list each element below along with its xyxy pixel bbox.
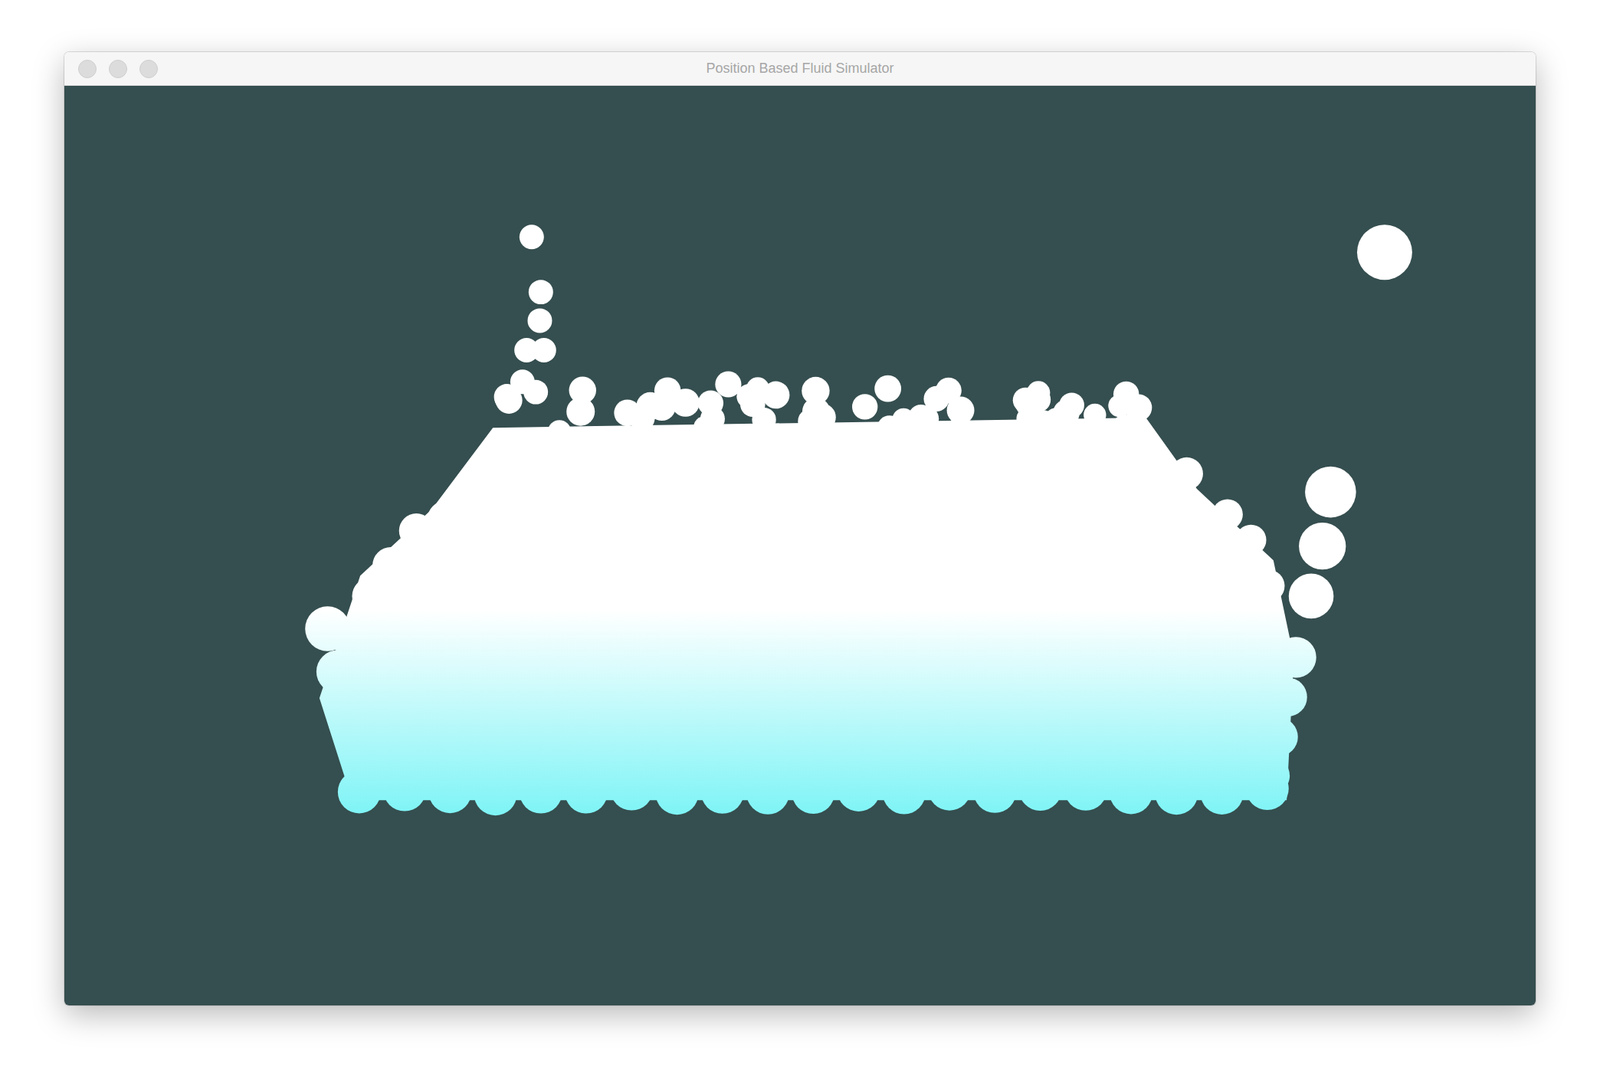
fluid-particle xyxy=(1252,757,1290,794)
fluid-particle xyxy=(1357,224,1413,280)
fluid-particle xyxy=(564,770,608,814)
fluid-particle xyxy=(316,649,360,693)
fluid-particle xyxy=(1298,522,1346,570)
zoom-button[interactable] xyxy=(139,59,158,79)
fluid-particle xyxy=(466,477,500,511)
fluid-particle xyxy=(701,770,745,814)
fluid-particle xyxy=(372,547,410,584)
fluid-particle xyxy=(700,406,725,432)
fluid-particle xyxy=(304,606,351,652)
fluid-particle xyxy=(477,450,509,482)
fluid-particle xyxy=(1019,767,1063,811)
fluid-particle xyxy=(1275,636,1316,678)
fluid-particle xyxy=(1154,771,1198,815)
fluid-particle xyxy=(474,772,518,816)
fluid-particle xyxy=(912,405,940,433)
fluid-particle xyxy=(1268,677,1308,717)
window-title: Position Based Fluid Simulator xyxy=(705,60,894,77)
fluid-particle xyxy=(527,308,552,333)
fluid-particle xyxy=(714,370,741,397)
fluid-particle xyxy=(519,224,545,250)
fluid-particle xyxy=(428,770,472,814)
fluid-particle xyxy=(791,770,835,814)
fluid-particle xyxy=(1083,403,1106,427)
fluid-particle xyxy=(519,770,563,814)
fluid-particle xyxy=(1170,457,1204,491)
minimize-button[interactable] xyxy=(108,59,128,79)
fluid-particle xyxy=(1013,387,1039,414)
fluid-particle xyxy=(1113,381,1139,407)
fluid-particle xyxy=(1131,429,1161,458)
fluid-particle xyxy=(340,738,382,780)
fluid-particle xyxy=(1212,498,1243,530)
fluid-particle xyxy=(609,767,653,811)
fluid-particle xyxy=(327,698,371,741)
fluid-particle xyxy=(351,577,389,615)
fluid-particle xyxy=(629,406,656,432)
fluid-particle xyxy=(874,375,902,403)
fluid-particle xyxy=(569,376,597,404)
fluid-particle xyxy=(1200,771,1244,815)
fluid-particle xyxy=(1252,569,1286,603)
fluid-particle xyxy=(807,403,837,432)
fluid-particle xyxy=(383,768,427,812)
fluid-particle xyxy=(801,377,830,405)
fluid-particle xyxy=(547,419,571,443)
fluid-particle xyxy=(1028,409,1057,439)
fluid-particle xyxy=(1259,717,1299,757)
fluid-particle xyxy=(1236,524,1267,556)
fluid-particle xyxy=(877,415,902,440)
fluid-particle xyxy=(852,393,878,420)
fluid-particle xyxy=(1109,771,1153,815)
window-controls xyxy=(78,52,158,86)
desktop: Position Based Fluid Simulator xyxy=(0,0,1600,1082)
fluid-particle xyxy=(528,279,554,305)
fluid-particle xyxy=(947,396,975,425)
fluid-particle xyxy=(837,768,881,812)
fluid-particle xyxy=(746,377,770,400)
title-bar[interactable]: Position Based Fluid Simulator xyxy=(64,52,1536,86)
simulator-window: Position Based Fluid Simulator xyxy=(64,52,1536,1006)
simulation-canvas[interactable] xyxy=(64,85,1536,1006)
fluid-body xyxy=(319,417,1295,800)
fluid-particle xyxy=(523,380,548,405)
fluid-particle xyxy=(973,770,1017,814)
fluid-particle xyxy=(531,337,557,363)
fluid-particle xyxy=(1304,466,1357,519)
fluid-particle xyxy=(1064,767,1108,811)
fluid-particle xyxy=(927,767,971,811)
fluid-particle xyxy=(882,771,926,815)
close-button[interactable] xyxy=(78,59,97,79)
fluid-particle xyxy=(1052,400,1080,427)
fluid-particle xyxy=(1288,573,1335,620)
fluid-particle xyxy=(655,771,699,815)
fluid-particle xyxy=(746,771,790,815)
fluid-drawing xyxy=(64,85,1536,1006)
fluid-particle xyxy=(427,501,463,536)
